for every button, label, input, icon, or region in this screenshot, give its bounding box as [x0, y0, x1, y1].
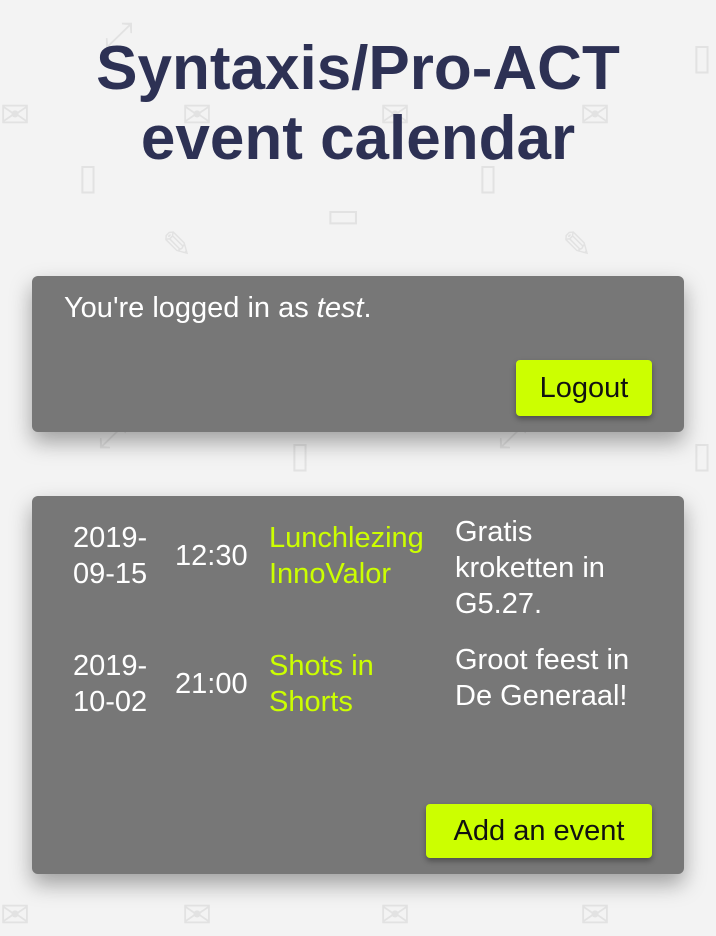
event-name-link[interactable]: Lunchlezing InnoValor: [269, 520, 449, 592]
event-date: 2019-09-15: [73, 522, 148, 590]
phone-icon: ▯: [290, 435, 310, 476]
mail-icon: ✉: [580, 895, 611, 936]
event-name-link[interactable]: Shots in Shorts: [269, 648, 449, 720]
event-row: 2019-10-02 21:00 Shots in Shorts Groot f…: [32, 644, 684, 768]
event-time: 12:30: [175, 540, 248, 572]
mail-icon: ✉: [182, 895, 213, 936]
pencil-icon: ✎: [162, 225, 193, 266]
page-title: Syntaxis/Pro-ACT event calendar: [0, 34, 716, 174]
login-suffix: .: [363, 292, 372, 324]
page-title-line-1: Syntaxis/Pro-ACT: [96, 34, 620, 103]
event-time: 21:00: [175, 668, 248, 700]
login-username: test: [316, 292, 364, 324]
event-description: Groot feest in De Generaal!: [455, 644, 630, 712]
mail-icon: ✉: [0, 895, 31, 936]
event-date: 2019-10-02: [73, 650, 148, 718]
pencil-icon: ✎: [562, 225, 593, 266]
mail-icon: ✉: [380, 895, 411, 936]
login-prefix: You're logged in as: [64, 292, 317, 324]
page-title-line-2: event calendar: [140, 104, 576, 173]
logout-button[interactable]: Logout: [516, 360, 652, 416]
login-status: You're logged in as test.: [64, 290, 372, 326]
login-panel: You're logged in as test. Logout: [32, 276, 684, 432]
event-description: Gratis kroketten in G5.27.: [455, 516, 605, 620]
event-row: 2019-09-15 12:30 Lunchlezing InnoValor G…: [32, 516, 684, 640]
events-panel: 2019-09-15 12:30 Lunchlezing InnoValor G…: [32, 496, 684, 874]
phone-icon: ▯: [692, 435, 712, 476]
tablet-icon: ▭: [326, 195, 361, 236]
add-event-button[interactable]: Add an event: [426, 804, 652, 858]
